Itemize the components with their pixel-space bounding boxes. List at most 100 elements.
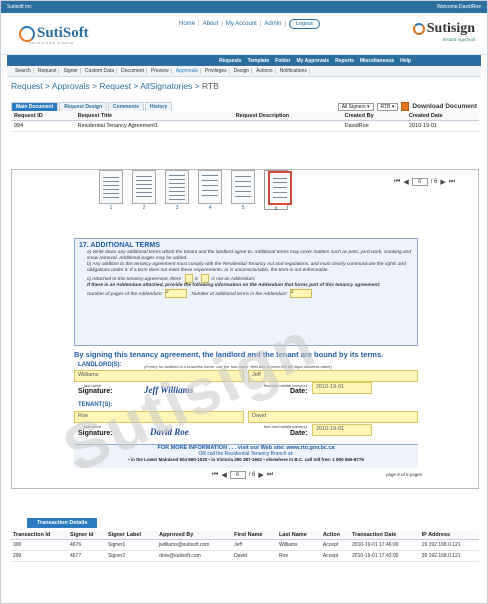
crumb-request[interactable]: Request — [11, 81, 43, 91]
table-row[interactable]: 300 4676 Signer1 jwilliams@sutisoft.com … — [11, 539, 479, 551]
tenant-date-field[interactable]: 2010-19-01 — [312, 424, 372, 436]
tab-history[interactable]: History — [144, 102, 173, 111]
sutisoft-logo[interactable]: SutiSoft — [19, 25, 89, 42]
app-window: Sutisoft Inc Welcome,DavidRoe SutiSoft S… — [0, 0, 488, 604]
prev-page-icon[interactable]: ◀ — [403, 178, 408, 186]
link-my-account[interactable]: My Account — [226, 21, 257, 27]
nav-template[interactable]: Template — [248, 58, 270, 64]
subnav-approvals[interactable]: Approvals — [174, 68, 201, 74]
cell: 19 192.168.0.121 — [419, 539, 479, 551]
cell: Signer1 — [106, 539, 158, 551]
table-row[interactable]: 299 4677 Signer2 droe@sutisoft.com David… — [11, 550, 479, 562]
cell-created-date: 2010-19-01 — [405, 120, 479, 132]
term-c-text-2: an Addendum: — [224, 276, 256, 282]
landlord-last-name-field[interactable]: Williams — [74, 370, 244, 382]
crumb-approvals[interactable]: Approvals — [52, 81, 90, 91]
subnav-preview[interactable]: Preview — [149, 68, 172, 74]
logo-name: SutiSoft — [37, 25, 89, 41]
top-links: Home | About | My Account | Admin | Logout — [179, 19, 320, 29]
subnav-privileges[interactable]: Privileges — [203, 68, 230, 74]
nav-my-approvals[interactable]: My Approvals — [296, 58, 329, 64]
sutisign-swirl-icon — [412, 23, 425, 35]
prev-page-icon[interactable]: ◀ — [221, 471, 226, 479]
cell-request-description — [232, 120, 342, 132]
tenant-first-name-field[interactable]: David — [248, 411, 418, 423]
tab-main-document[interactable]: Main Document — [11, 102, 59, 111]
subnav-design[interactable]: Design — [232, 68, 253, 74]
logout-button[interactable]: Logout — [288, 19, 320, 29]
company-name: Sutisoft Inc — [7, 4, 32, 10]
subnav-actions[interactable]: Actions — [254, 68, 276, 74]
subnav-signer[interactable]: Signer — [61, 68, 81, 74]
nav-miscellaneous[interactable]: Miscellaneous — [360, 58, 394, 64]
document-viewer: 1 2 3 4 5 6 ⏮ ◀ 6 / 6 ▶ ⏭ 17. ADDITIONAL… — [11, 169, 479, 489]
next-page-icon[interactable]: ▶ — [258, 471, 263, 479]
cell: Williams — [276, 539, 321, 551]
document-actions: All Signers ▾ RTB ▾ Download Document — [337, 102, 477, 111]
signer-filter-value: All Signers — [341, 103, 366, 110]
link-home[interactable]: Home — [179, 21, 195, 27]
crumb-allsignatories[interactable]: AllSignatories — [140, 81, 192, 91]
nav-help[interactable]: Help — [400, 58, 411, 64]
nav-folder[interactable]: Folder — [275, 58, 290, 64]
next-page-icon[interactable]: ▶ — [440, 178, 445, 186]
sutisign-name: Sutisign — [426, 21, 475, 36]
thumbnail-page-2[interactable]: 2 — [132, 170, 156, 211]
download-icon[interactable] — [401, 102, 410, 111]
thumbnail-number: 2 — [142, 205, 146, 211]
thumbnail-page-5[interactable]: 5 — [231, 170, 255, 211]
signer-filter-select[interactable]: All Signers ▾ — [337, 102, 374, 111]
thumbnail-number: 3 — [175, 205, 179, 211]
transaction-details-tab[interactable]: Transaction Details — [27, 518, 98, 528]
crumb-request-2[interactable]: Request — [99, 81, 131, 91]
thumbnail-number: 1 — [109, 205, 113, 211]
thumbnail-page-4[interactable]: 4 — [198, 170, 222, 211]
first-page-icon[interactable]: ⏮ — [212, 471, 218, 479]
col-signer-id: Signer Id — [68, 531, 106, 540]
is-not-label: is not — [211, 276, 223, 282]
landlord-date-field[interactable]: 2010-19-01 — [312, 382, 372, 394]
landlord-signature[interactable]: Jeff Williams — [144, 385, 193, 395]
subnav-document[interactable]: Document — [119, 68, 147, 74]
last-page-icon[interactable]: ⏭ — [449, 178, 455, 186]
thumbnail-page-6[interactable]: 6 — [264, 170, 292, 212]
addendum-pages-field[interactable]: 2 — [164, 289, 187, 298]
page-thumbnails: 1 2 3 4 5 6 — [99, 170, 292, 212]
date-label: Date: — [290, 388, 308, 395]
nav-requests[interactable]: Requests — [219, 58, 242, 64]
last-page-icon[interactable]: ⏭ — [267, 471, 273, 479]
subnav-notifications[interactable]: Notifications — [278, 68, 310, 74]
col-signer-label: Signer Label — [106, 531, 158, 540]
tenant-last-name-field[interactable]: Roe — [74, 411, 244, 423]
page-number-input[interactable]: 6 — [229, 471, 246, 479]
page-preview — [99, 170, 123, 204]
welcome-text: Welcome,DavidRoe — [436, 4, 481, 10]
tenant-signature[interactable]: David Roe — [150, 427, 189, 437]
is-not-checkbox[interactable] — [201, 274, 210, 283]
subnav-search[interactable]: Search — [13, 68, 34, 74]
logo-swirl-icon — [19, 25, 35, 42]
nav-reports[interactable]: Reports — [335, 58, 354, 64]
is-checkbox[interactable] — [184, 274, 193, 283]
cell: 39 192.168.0.121 — [419, 550, 479, 562]
page-number-input[interactable]: 6 — [411, 178, 428, 186]
logo-tagline: SOLUTIONS SIMPLE — [29, 41, 75, 45]
subnav-request[interactable]: Request — [36, 68, 60, 74]
first-page-icon[interactable]: ⏮ — [394, 178, 400, 186]
tab-request-design[interactable]: Request Design — [59, 102, 108, 111]
tab-comments[interactable]: Comments — [108, 102, 144, 111]
document-page: 17. ADDITIONAL TERMS a) Write down any a… — [64, 238, 428, 480]
addendum-terms-field[interactable]: 2 — [289, 289, 312, 298]
rtb-select[interactable]: RTB ▾ — [376, 102, 399, 111]
cell: 4676 — [68, 539, 106, 551]
thumbnail-number: 6 — [274, 206, 278, 212]
thumbnail-page-3[interactable]: 3 — [165, 170, 189, 211]
thumbnail-page-1[interactable]: 1 — [99, 170, 123, 211]
download-document-link[interactable]: Download Document — [412, 103, 477, 110]
subnav-custom-data[interactable]: Custom Data — [83, 68, 118, 74]
landlord-first-name-field[interactable]: Jeff — [248, 370, 418, 382]
link-admin[interactable]: Admin — [264, 21, 281, 27]
cell: 2010-19-01 17:46:00 — [350, 539, 420, 551]
table-row[interactable]: 994 Residential Tenancy Agreement1 David… — [11, 120, 479, 132]
link-about[interactable]: About — [203, 21, 219, 27]
